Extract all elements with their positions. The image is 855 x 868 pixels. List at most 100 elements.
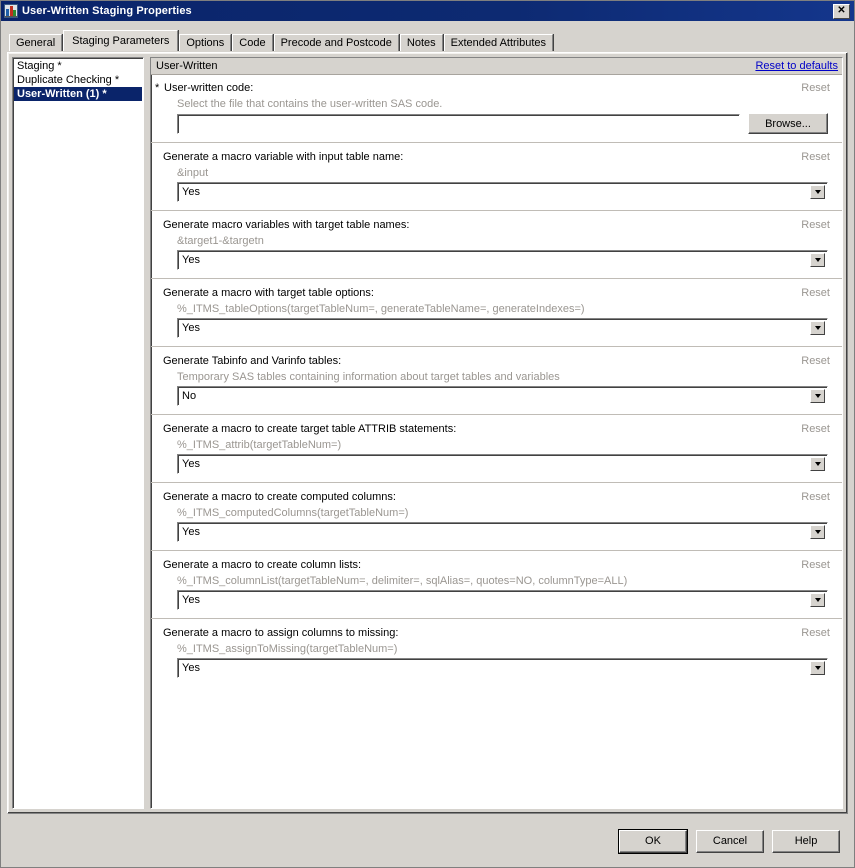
section-label: Generate a macro with target table optio… (163, 287, 374, 299)
tab-page-staging-parameters: Staging * Duplicate Checking * User-Writ… (7, 52, 848, 814)
transformation-list[interactable]: Staging * Duplicate Checking * User-Writ… (12, 57, 144, 809)
reset-link[interactable]: Reset (791, 219, 830, 231)
chevron-down-icon[interactable] (810, 593, 825, 607)
combobox-value: No (182, 390, 197, 402)
section-header-row: Generate a macro variable with input tab… (163, 151, 830, 163)
section-tabinfo-varinfo-tables: Generate Tabinfo and Varinfo tables: Res… (151, 347, 842, 415)
chevron-down-icon[interactable] (810, 389, 825, 403)
section-user-written-code: * User-written code: Reset Select the fil… (151, 75, 842, 143)
chevron-down-icon[interactable] (810, 321, 825, 335)
section-header-row: Generate a macro to create computed colu… (163, 491, 830, 503)
file-picker-row: Browse... (177, 113, 828, 134)
required-asterisk-icon: * (155, 82, 160, 94)
section-label: Generate a macro to assign columns to mi… (163, 627, 399, 639)
help-button[interactable]: Help (772, 829, 840, 853)
combobox-value: Yes (182, 526, 200, 538)
section-header-row: Generate a macro to create target table … (163, 423, 830, 435)
section-macro-variable-input-table-name: Generate a macro variable with input tab… (151, 143, 842, 211)
title-bar: User-Written Staging Properties ✕ (1, 1, 854, 21)
list-item-duplicate-checking[interactable]: Duplicate Checking * (14, 73, 142, 87)
section-hint: %_ITMS_computedColumns(targetTableNum=) (177, 507, 409, 519)
combobox-macro-column-lists[interactable]: Yes (177, 590, 828, 610)
combobox-macro-attrib-statements[interactable]: Yes (177, 454, 828, 474)
section-hint: %_ITMS_columnList(targetTableNum=, delim… (177, 575, 628, 587)
section-header-row: * User-written code: Reset (155, 82, 830, 94)
section-label: Generate a macro variable with input tab… (163, 151, 404, 163)
dialog-footer: OK Cancel Help (7, 821, 848, 861)
section-label: Generate Tabinfo and Varinfo tables: (163, 355, 342, 367)
section-header-row: Generate macro variables with target tab… (163, 219, 830, 231)
reset-link[interactable]: Reset (791, 627, 830, 639)
section-macro-assign-columns-to-missing: Generate a macro to assign columns to mi… (151, 619, 842, 686)
properties-panel: User-Written Reset to defaults * User-wri… (150, 57, 843, 809)
dialog-window: User-Written Staging Properties ✕ Genera… (0, 0, 855, 868)
section-label: * User-written code: (155, 82, 791, 94)
combobox-value: Yes (182, 662, 200, 674)
combobox-macro-computed-columns[interactable]: Yes (177, 522, 828, 542)
section-hint: %_ITMS_attrib(targetTableNum=) (177, 439, 342, 451)
chevron-down-icon[interactable] (810, 185, 825, 199)
section-hint: %_ITMS_tableOptions(targetTableNum=, gen… (177, 303, 585, 315)
user-written-code-input[interactable] (177, 113, 740, 134)
tab-strip: General Staging Parameters Options Code … (9, 30, 854, 51)
chevron-down-icon[interactable] (810, 661, 825, 675)
reset-link[interactable]: Reset (791, 287, 830, 299)
reset-link[interactable]: Reset (791, 491, 830, 503)
section-hint: Select the file that contains the user-w… (177, 98, 443, 110)
reset-link[interactable]: Reset (791, 151, 830, 163)
section-hint: %_ITMS_assignToMissing(targetTableNum=) (177, 643, 398, 655)
section-label-text: User-written code: (164, 82, 254, 94)
section-header-row: Generate a macro to create column lists:… (163, 559, 830, 571)
chevron-down-icon[interactable] (810, 253, 825, 267)
section-label: Generate a macro to create target table … (163, 423, 457, 435)
section-label: Generate macro variables with target tab… (163, 219, 410, 231)
section-macro-attrib-statements: Generate a macro to create target table … (151, 415, 842, 483)
panel-header: User-Written Reset to defaults (151, 58, 842, 75)
ok-button[interactable]: OK (619, 829, 687, 853)
tab-precode-and-postcode[interactable]: Precode and Postcode (273, 34, 399, 51)
section-label: Generate a macro to create column lists: (163, 559, 362, 571)
section-hint: Temporary SAS tables containing informat… (177, 371, 560, 383)
list-item-staging[interactable]: Staging * (14, 59, 142, 73)
reset-link[interactable]: Reset (791, 559, 830, 571)
reset-link[interactable]: Reset (791, 355, 830, 367)
section-macro-variables-target-table-names: Generate macro variables with target tab… (151, 211, 842, 279)
panel-title: User-Written (156, 60, 218, 72)
combobox-macro-variable-input-table-name[interactable]: Yes (177, 182, 828, 202)
section-label: Generate a macro to create computed colu… (163, 491, 396, 503)
combobox-macro-target-table-options[interactable]: Yes (177, 318, 828, 338)
tab-general[interactable]: General (9, 34, 63, 51)
reset-to-defaults-link[interactable]: Reset to defaults (755, 60, 838, 72)
combobox-macro-assign-columns-to-missing[interactable]: Yes (177, 658, 828, 678)
properties-sections: * User-written code: Reset Select the fil… (151, 75, 842, 686)
tab-options[interactable]: Options (179, 34, 232, 51)
tab-notes[interactable]: Notes (399, 34, 443, 51)
combobox-macro-variables-target-table-names[interactable]: Yes (177, 250, 828, 270)
section-header-row: Generate a macro to assign columns to mi… (163, 627, 830, 639)
close-icon[interactable]: ✕ (833, 3, 850, 19)
combobox-value: Yes (182, 458, 200, 470)
tab-code[interactable]: Code (232, 34, 273, 51)
combobox-value: Yes (182, 594, 200, 606)
tab-extended-attributes[interactable]: Extended Attributes (443, 34, 554, 51)
combobox-tabinfo-varinfo-tables[interactable]: No (177, 386, 828, 406)
section-header-row: Generate Tabinfo and Varinfo tables: Res… (163, 355, 830, 367)
section-hint: &input (177, 167, 209, 179)
window-title: User-Written Staging Properties (22, 5, 192, 17)
chevron-down-icon[interactable] (810, 457, 825, 471)
application-window-icon (4, 4, 18, 18)
browse-button[interactable]: Browse... (748, 113, 828, 134)
section-hint: &target1-&targetn (177, 235, 264, 247)
section-macro-column-lists: Generate a macro to create column lists:… (151, 551, 842, 619)
combobox-value: Yes (182, 254, 200, 266)
combobox-value: Yes (182, 186, 200, 198)
combobox-value: Yes (182, 322, 200, 334)
reset-link[interactable]: Reset (791, 423, 830, 435)
tab-staging-parameters[interactable]: Staging Parameters (63, 30, 179, 51)
section-macro-target-table-options: Generate a macro with target table optio… (151, 279, 842, 347)
chevron-down-icon[interactable] (810, 525, 825, 539)
list-item-user-written[interactable]: User-Written (1) * (14, 87, 142, 101)
reset-link[interactable]: Reset (791, 82, 830, 94)
cancel-button[interactable]: Cancel (696, 829, 764, 853)
section-header-row: Generate a macro with target table optio… (163, 287, 830, 299)
